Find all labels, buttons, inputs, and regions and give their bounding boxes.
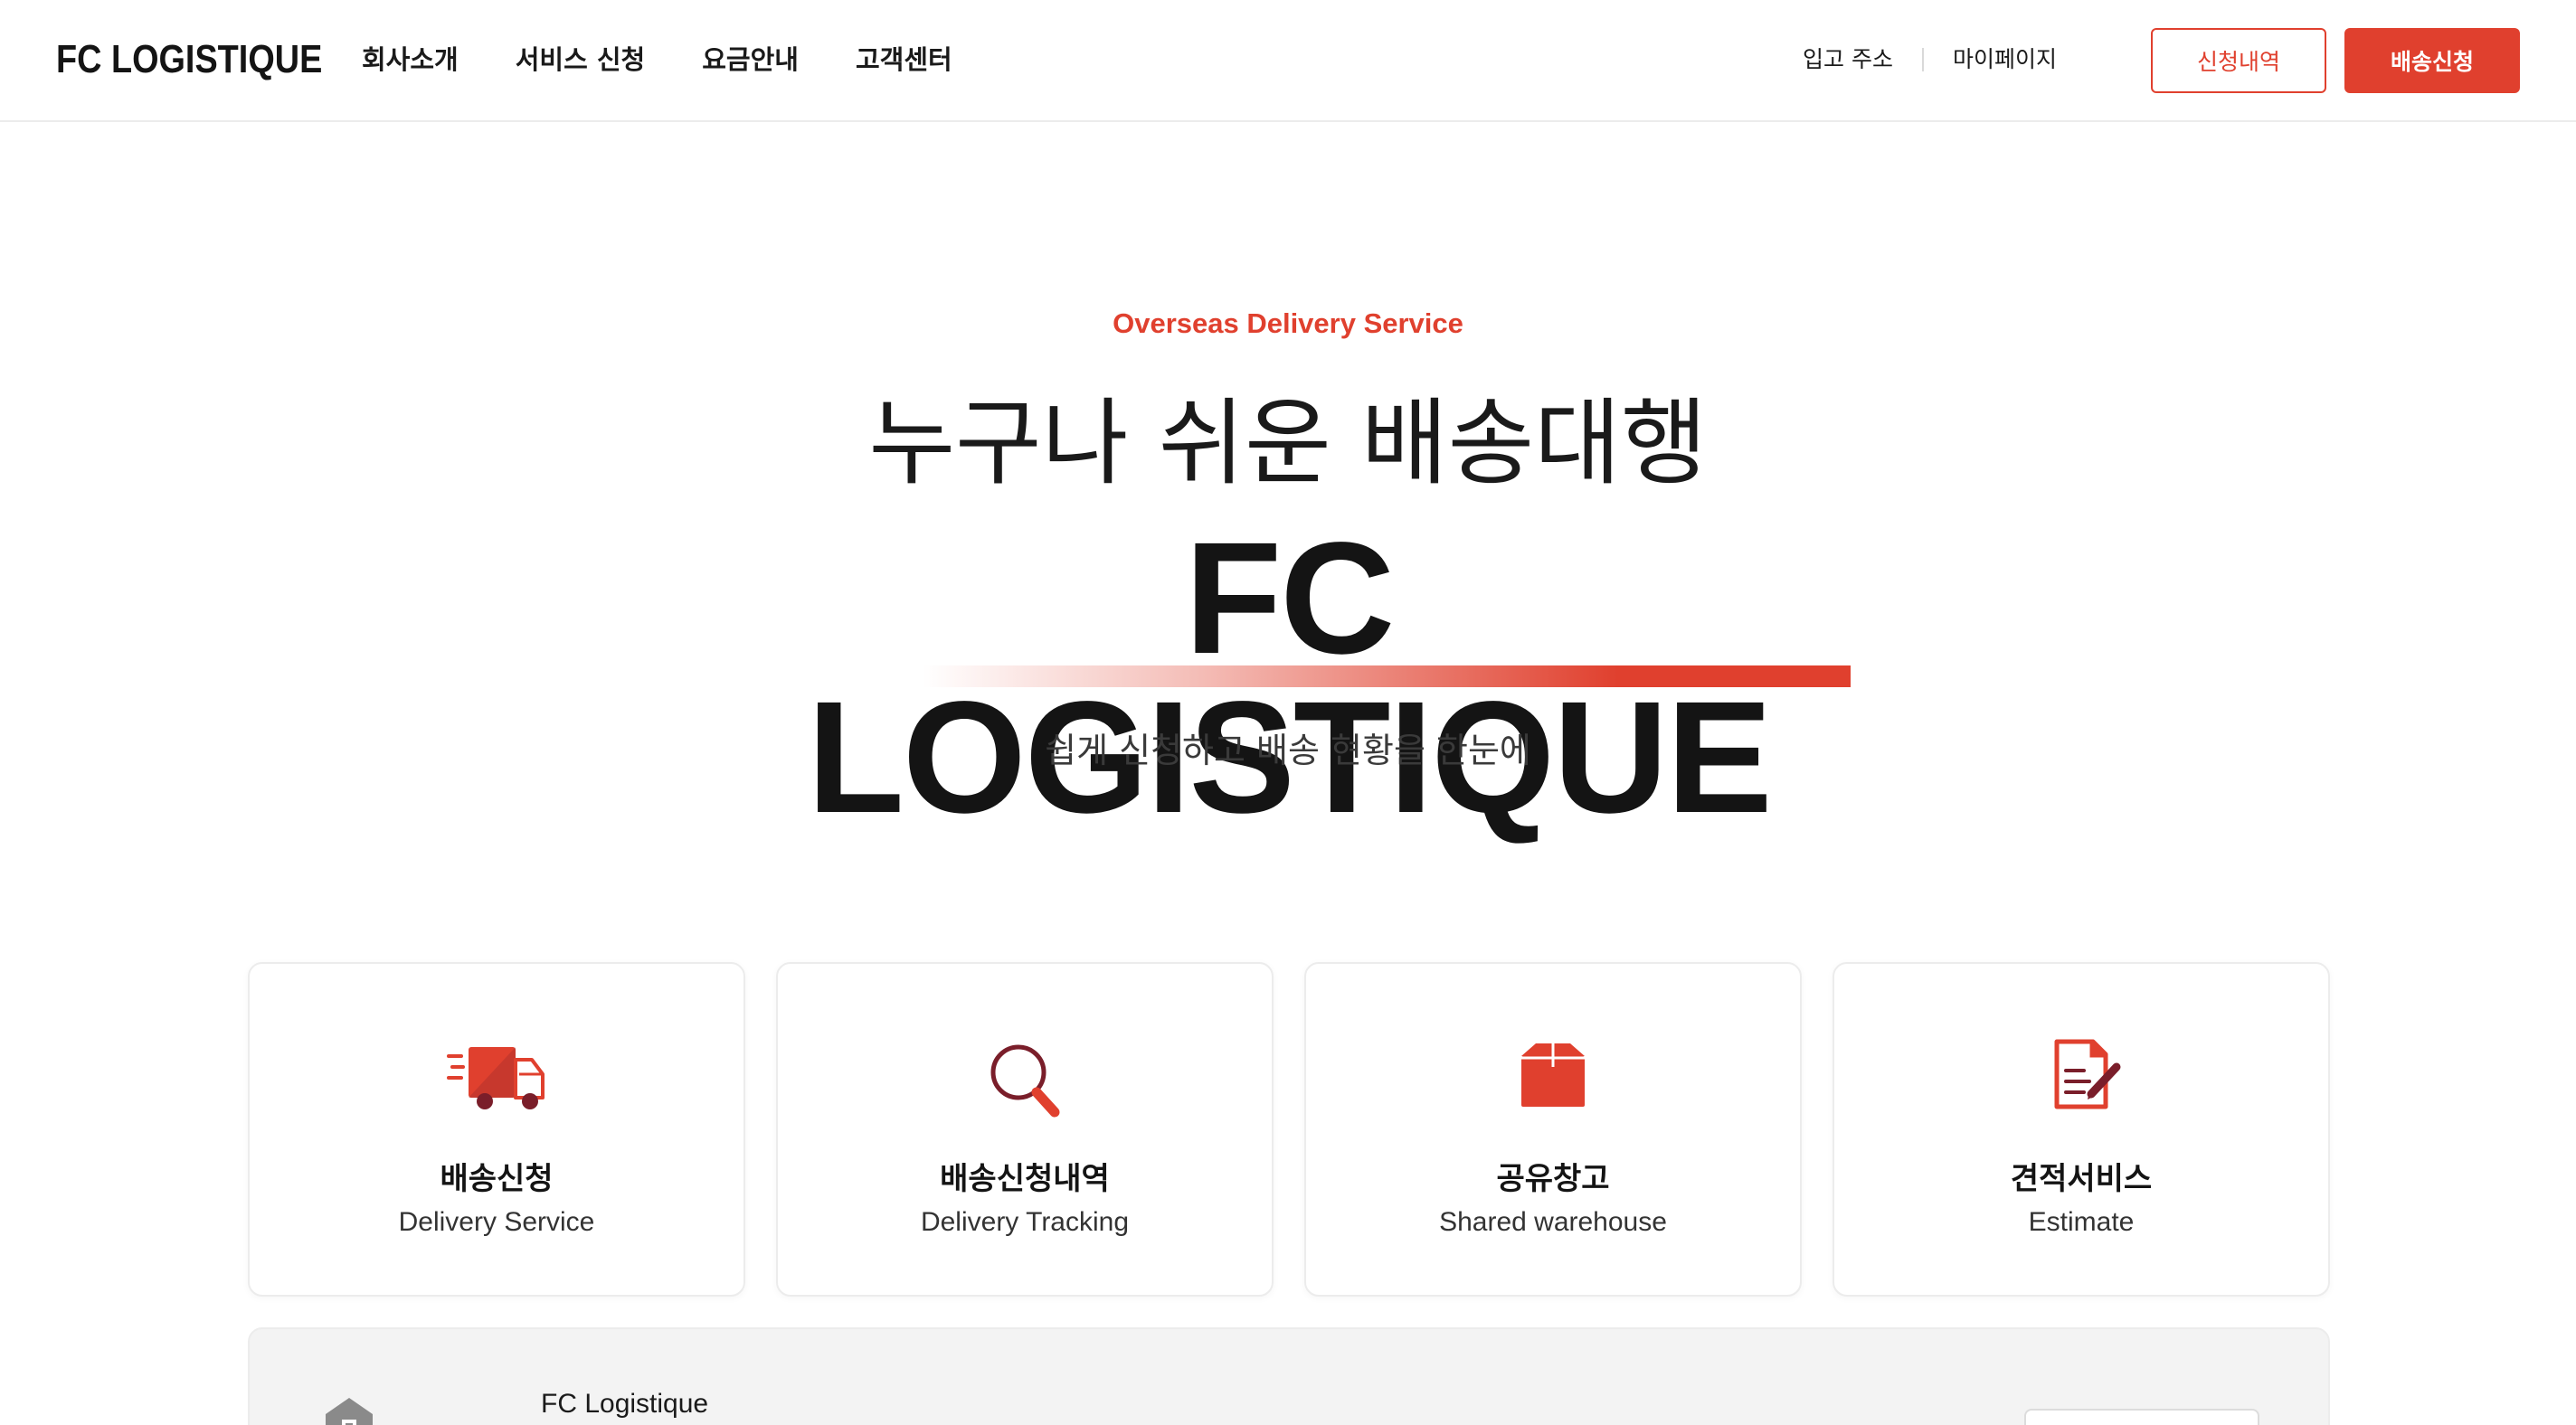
utility-links: 입고 주소 마이페이지 (1803, 40, 2057, 80)
card-subtitle: Delivery Service (398, 1207, 595, 1237)
nav-item-company[interactable]: 회사소개 (362, 38, 459, 81)
card-shared-warehouse[interactable]: 공유창고 Shared warehouse (1304, 962, 1802, 1297)
site-header: FC LOGISTIQUE 회사소개 서비스 신청 요금안내 고객센터 입고 주… (0, 0, 2576, 122)
site-logo[interactable]: FC LOGISTIQUE (56, 34, 322, 85)
service-cards: 배송신청 Delivery Service 배송신청내역 Delivery Tr… (248, 962, 2330, 1297)
mypage-link[interactable]: 마이페이지 (1953, 40, 2057, 80)
card-title: 배송신청내역 (940, 1161, 1110, 1197)
nav-item-service-apply[interactable]: 서비스 신청 (516, 38, 646, 81)
card-delivery-tracking[interactable]: 배송신청내역 Delivery Tracking (776, 962, 1274, 1297)
company-info-panel: FC Logistique (248, 1327, 2330, 1425)
history-button[interactable]: 신청내역 (2151, 28, 2326, 93)
card-estimate[interactable]: 견적서비스 Estimate (1833, 962, 2330, 1297)
divider (1921, 48, 1924, 71)
info-action-button[interactable] (2024, 1409, 2259, 1425)
box-icon (1521, 1043, 1585, 1107)
hero-title: FC LOGISTIQUE (807, 510, 1772, 846)
card-subtitle: Shared warehouse (1439, 1207, 1667, 1237)
company-name: FC Logistique (541, 1389, 709, 1419)
nav-item-support[interactable]: 고객센터 (856, 38, 952, 81)
hero-title-block: FC LOGISTIQUE (733, 519, 1851, 837)
document-edit-icon (2054, 1039, 2121, 1109)
hero-subtitle: 누구나 쉬운 배송대행 (868, 388, 1708, 498)
card-title: 배송신청 (440, 1161, 554, 1197)
main-nav: 회사소개 서비스 신청 요금안내 고객센터 (362, 38, 1009, 81)
apply-delivery-button[interactable]: 배송신청 (2344, 28, 2520, 93)
card-subtitle: Estimate (2028, 1207, 2135, 1237)
hero-tagline: Overseas Delivery Service (1113, 307, 1463, 339)
hero-description: 쉽게 신청하고 배송 현황을 한눈에 (1045, 731, 1531, 770)
nav-item-pricing[interactable]: 요금안내 (702, 38, 799, 81)
delivery-truck-icon (447, 1047, 545, 1109)
card-subtitle: Delivery Tracking (920, 1207, 1130, 1237)
card-title: 공유창고 (1496, 1161, 1610, 1197)
magnifier-icon (990, 1044, 1060, 1118)
card-title: 견적서비스 (2010, 1161, 2153, 1197)
warehouse-icon (326, 1398, 373, 1425)
card-delivery-service[interactable]: 배송신청 Delivery Service (248, 962, 745, 1297)
warehouse-address-link[interactable]: 입고 주소 (1803, 40, 1893, 80)
